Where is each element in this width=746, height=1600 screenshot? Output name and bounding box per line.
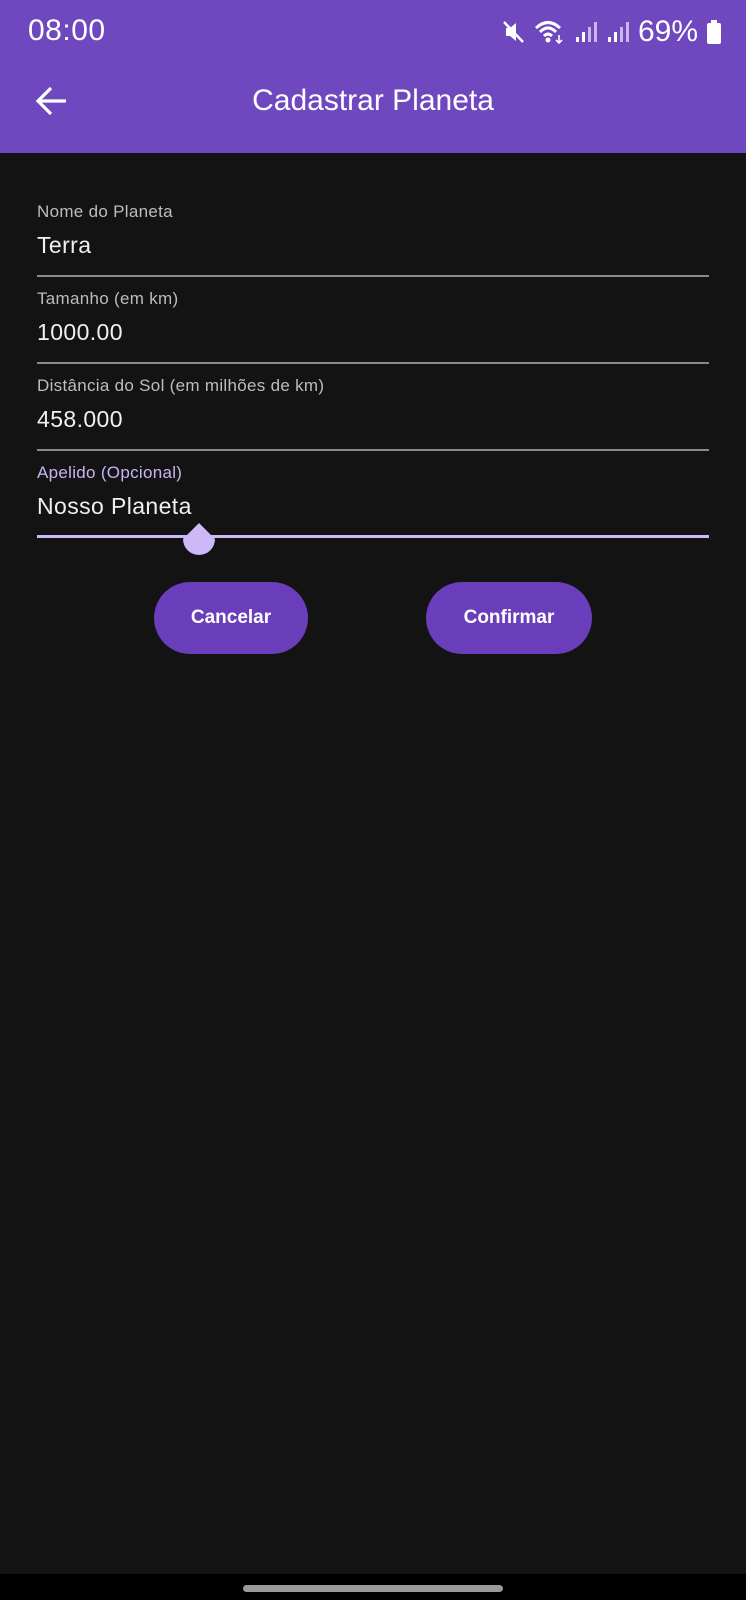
sun-distance-field[interactable]: Distância do Sol (em milhões de km) [37,376,709,454]
cancel-button[interactable]: Cancelar [154,582,308,654]
confirm-button[interactable]: Confirmar [426,582,592,654]
mute-icon [502,19,526,45]
status-icons: 69% [502,14,722,50]
planet-size-input[interactable] [37,319,709,346]
signal-icon [574,20,598,44]
system-nav-bar [0,1574,746,1600]
app-bar: 08:00 69% Cadastrar Planeta [0,0,746,153]
nickname-label: Apelido (Opcional) [37,463,183,482]
planet-size-label: Tamanho (em km) [37,289,179,308]
nickname-input[interactable] [37,493,709,520]
planet-name-input[interactable] [37,232,709,259]
wifi-icon [534,19,566,45]
battery-icon [706,19,722,45]
battery-percent: 69% [637,15,698,48]
status-time: 08:00 [28,14,106,47]
text-cursor-handle[interactable] [179,521,219,571]
sun-distance-input[interactable] [37,406,709,433]
screen: 08:00 69% Cadastrar Planeta Nome do Plan… [0,0,746,1600]
planet-size-field[interactable]: Tamanho (em km) [37,289,709,367]
planet-name-field[interactable]: Nome do Planeta [37,202,709,280]
home-gesture-pill[interactable] [243,1585,503,1592]
planet-size-underline [37,362,709,364]
page-title: Cadastrar Planeta [252,84,494,117]
nickname-field[interactable]: Apelido (Opcional) [37,463,709,573]
planet-name-underline [37,275,709,277]
sun-distance-underline [37,449,709,451]
signal-icon [606,20,630,44]
sun-distance-label: Distância do Sol (em milhões de km) [37,376,325,395]
planet-name-label: Nome do Planeta [37,202,173,221]
nickname-underline [37,535,709,538]
